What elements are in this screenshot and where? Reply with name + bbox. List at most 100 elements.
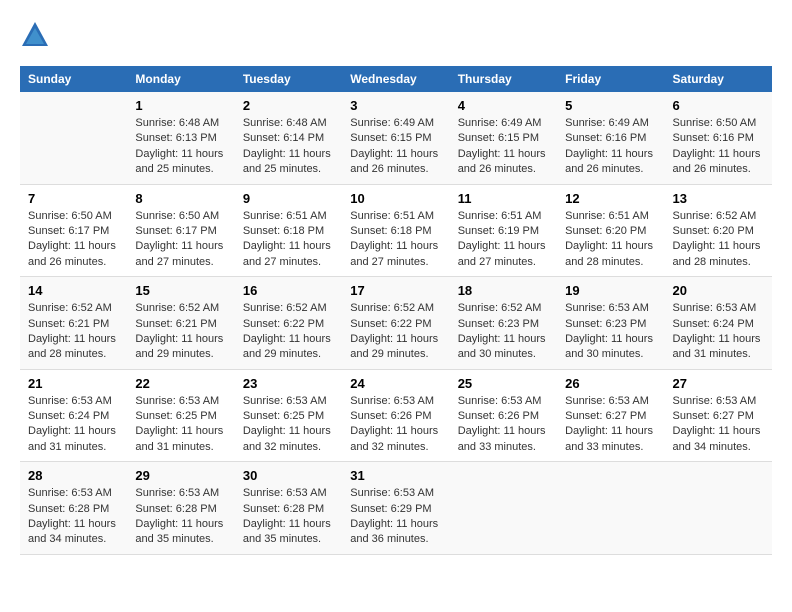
calendar-cell: 21 Sunrise: 6:53 AMSunset: 6:24 PMDayligh… bbox=[20, 369, 127, 462]
day-number: 14 bbox=[28, 283, 119, 298]
calendar-cell: 28 Sunrise: 6:53 AMSunset: 6:28 PMDayligh… bbox=[20, 462, 127, 555]
calendar-week-2: 7 Sunrise: 6:50 AMSunset: 6:17 PMDaylight… bbox=[20, 184, 772, 277]
calendar-week-4: 21 Sunrise: 6:53 AMSunset: 6:24 PMDayligh… bbox=[20, 369, 772, 462]
calendar-cell: 9Sunrise: 6:51 AMSunset: 6:18 PMDaylight… bbox=[235, 184, 342, 277]
day-info: Sunrise: 6:53 AMSunset: 6:28 PMDaylight:… bbox=[243, 486, 334, 548]
day-number: 6 bbox=[673, 98, 764, 113]
day-number: 17 bbox=[350, 283, 441, 298]
calendar-cell: 26 Sunrise: 6:53 AMSunset: 6:27 PMDayligh… bbox=[557, 369, 664, 462]
header-day-thursday: Thursday bbox=[450, 66, 557, 92]
calendar-cell: 2 Sunrise: 6:48 AMSunset: 6:14 PMDaylight… bbox=[235, 92, 342, 184]
day-info: Sunrise: 6:51 AMSunset: 6:20 PMDaylight:… bbox=[565, 209, 656, 271]
logo-icon bbox=[20, 20, 50, 50]
calendar-cell: 30 Sunrise: 6:53 AMSunset: 6:28 PMDayligh… bbox=[235, 462, 342, 555]
day-number: 2 bbox=[243, 98, 334, 113]
calendar-cell: 14 Sunrise: 6:52 AMSunset: 6:21 PMDayligh… bbox=[20, 277, 127, 370]
day-number: 22 bbox=[135, 376, 226, 391]
calendar-cell: 11Sunrise: 6:51 AMSunset: 6:19 PMDayligh… bbox=[450, 184, 557, 277]
day-number: 21 bbox=[28, 376, 119, 391]
calendar-cell: 19 Sunrise: 6:53 AMSunset: 6:23 PMDayligh… bbox=[557, 277, 664, 370]
day-info: Sunrise: 6:50 AMSunset: 6:17 PMDaylight:… bbox=[28, 209, 119, 271]
calendar-cell: 7 Sunrise: 6:50 AMSunset: 6:17 PMDaylight… bbox=[20, 184, 127, 277]
day-number: 9 bbox=[243, 191, 334, 206]
calendar-cell: 24 Sunrise: 6:53 AMSunset: 6:26 PMDayligh… bbox=[342, 369, 449, 462]
day-info: Sunrise: 6:53 AMSunset: 6:29 PMDaylight:… bbox=[350, 486, 441, 548]
calendar-header: SundayMondayTuesdayWednesdayThursdayFrid… bbox=[20, 66, 772, 92]
calendar-cell: 13Sunrise: 6:52 AMSunset: 6:20 PMDayligh… bbox=[665, 184, 772, 277]
day-info: Sunrise: 6:51 AMSunset: 6:19 PMDaylight:… bbox=[458, 209, 549, 271]
day-number: 28 bbox=[28, 468, 119, 483]
day-info: Sunrise: 6:53 AMSunset: 6:28 PMDaylight:… bbox=[135, 486, 226, 548]
page-header bbox=[20, 20, 772, 50]
day-number: 8 bbox=[135, 191, 226, 206]
calendar-cell: 4 Sunrise: 6:49 AMSunset: 6:15 PMDaylight… bbox=[450, 92, 557, 184]
calendar-cell: 25 Sunrise: 6:53 AMSunset: 6:26 PMDayligh… bbox=[450, 369, 557, 462]
day-number: 18 bbox=[458, 283, 549, 298]
calendar-cell: 17 Sunrise: 6:52 AMSunset: 6:22 PMDayligh… bbox=[342, 277, 449, 370]
day-info: Sunrise: 6:52 AMSunset: 6:23 PMDaylight:… bbox=[458, 301, 549, 363]
day-number: 20 bbox=[673, 283, 764, 298]
day-info: Sunrise: 6:48 AMSunset: 6:14 PMDaylight:… bbox=[243, 116, 334, 178]
logo bbox=[20, 20, 52, 50]
header-row: SundayMondayTuesdayWednesdayThursdayFrid… bbox=[20, 66, 772, 92]
day-number: 15 bbox=[135, 283, 226, 298]
day-info: Sunrise: 6:51 AMSunset: 6:18 PMDaylight:… bbox=[350, 209, 441, 271]
day-number: 10 bbox=[350, 191, 441, 206]
header-day-saturday: Saturday bbox=[665, 66, 772, 92]
calendar-cell bbox=[20, 92, 127, 184]
day-number: 30 bbox=[243, 468, 334, 483]
day-info: Sunrise: 6:52 AMSunset: 6:22 PMDaylight:… bbox=[350, 301, 441, 363]
header-day-monday: Monday bbox=[127, 66, 234, 92]
day-info: Sunrise: 6:49 AMSunset: 6:15 PMDaylight:… bbox=[458, 116, 549, 178]
calendar-cell: 5 Sunrise: 6:49 AMSunset: 6:16 PMDaylight… bbox=[557, 92, 664, 184]
day-info: Sunrise: 6:52 AMSunset: 6:21 PMDaylight:… bbox=[28, 301, 119, 363]
day-number: 3 bbox=[350, 98, 441, 113]
calendar-cell: 15Sunrise: 6:52 AMSunset: 6:21 PMDayligh… bbox=[127, 277, 234, 370]
day-info: Sunrise: 6:49 AMSunset: 6:15 PMDaylight:… bbox=[350, 116, 441, 178]
day-number: 25 bbox=[458, 376, 549, 391]
day-info: Sunrise: 6:53 AMSunset: 6:26 PMDaylight:… bbox=[458, 394, 549, 456]
day-info: Sunrise: 6:53 AMSunset: 6:26 PMDaylight:… bbox=[350, 394, 441, 456]
day-info: Sunrise: 6:50 AMSunset: 6:17 PMDaylight:… bbox=[135, 209, 226, 271]
day-info: Sunrise: 6:53 AMSunset: 6:24 PMDaylight:… bbox=[28, 394, 119, 456]
day-info: Sunrise: 6:50 AMSunset: 6:16 PMDaylight:… bbox=[673, 116, 764, 178]
calendar-cell: 1 Sunrise: 6:48 AMSunset: 6:13 PMDaylight… bbox=[127, 92, 234, 184]
calendar-cell bbox=[665, 462, 772, 555]
header-day-sunday: Sunday bbox=[20, 66, 127, 92]
day-number: 4 bbox=[458, 98, 549, 113]
day-info: Sunrise: 6:53 AMSunset: 6:25 PMDaylight:… bbox=[135, 394, 226, 456]
day-number: 26 bbox=[565, 376, 656, 391]
calendar-cell: 12 Sunrise: 6:51 AMSunset: 6:20 PMDayligh… bbox=[557, 184, 664, 277]
day-number: 24 bbox=[350, 376, 441, 391]
calendar-cell bbox=[557, 462, 664, 555]
calendar-cell: 27Sunrise: 6:53 AMSunset: 6:27 PMDayligh… bbox=[665, 369, 772, 462]
calendar-week-1: 1 Sunrise: 6:48 AMSunset: 6:13 PMDaylight… bbox=[20, 92, 772, 184]
day-info: Sunrise: 6:53 AMSunset: 6:25 PMDaylight:… bbox=[243, 394, 334, 456]
calendar-cell: 18 Sunrise: 6:52 AMSunset: 6:23 PMDayligh… bbox=[450, 277, 557, 370]
day-number: 12 bbox=[565, 191, 656, 206]
day-number: 23 bbox=[243, 376, 334, 391]
day-info: Sunrise: 6:53 AMSunset: 6:28 PMDaylight:… bbox=[28, 486, 119, 548]
header-day-wednesday: Wednesday bbox=[342, 66, 449, 92]
day-info: Sunrise: 6:52 AMSunset: 6:22 PMDaylight:… bbox=[243, 301, 334, 363]
calendar-cell: 6 Sunrise: 6:50 AMSunset: 6:16 PMDaylight… bbox=[665, 92, 772, 184]
day-number: 1 bbox=[135, 98, 226, 113]
calendar-cell: 10 Sunrise: 6:51 AMSunset: 6:18 PMDayligh… bbox=[342, 184, 449, 277]
header-day-tuesday: Tuesday bbox=[235, 66, 342, 92]
day-number: 19 bbox=[565, 283, 656, 298]
calendar-cell: 20 Sunrise: 6:53 AMSunset: 6:24 PMDayligh… bbox=[665, 277, 772, 370]
day-info: Sunrise: 6:49 AMSunset: 6:16 PMDaylight:… bbox=[565, 116, 656, 178]
day-info: Sunrise: 6:52 AMSunset: 6:20 PMDaylight:… bbox=[673, 209, 764, 271]
day-info: Sunrise: 6:53 AMSunset: 6:24 PMDaylight:… bbox=[673, 301, 764, 363]
calendar-cell: 22 Sunrise: 6:53 AMSunset: 6:25 PMDayligh… bbox=[127, 369, 234, 462]
day-number: 16 bbox=[243, 283, 334, 298]
calendar-cell: 29Sunrise: 6:53 AMSunset: 6:28 PMDayligh… bbox=[127, 462, 234, 555]
day-info: Sunrise: 6:48 AMSunset: 6:13 PMDaylight:… bbox=[135, 116, 226, 178]
day-number: 7 bbox=[28, 191, 119, 206]
calendar-cell: 8 Sunrise: 6:50 AMSunset: 6:17 PMDaylight… bbox=[127, 184, 234, 277]
day-number: 5 bbox=[565, 98, 656, 113]
calendar-week-5: 28 Sunrise: 6:53 AMSunset: 6:28 PMDayligh… bbox=[20, 462, 772, 555]
day-info: Sunrise: 6:53 AMSunset: 6:23 PMDaylight:… bbox=[565, 301, 656, 363]
day-info: Sunrise: 6:53 AMSunset: 6:27 PMDaylight:… bbox=[565, 394, 656, 456]
day-number: 27 bbox=[673, 376, 764, 391]
